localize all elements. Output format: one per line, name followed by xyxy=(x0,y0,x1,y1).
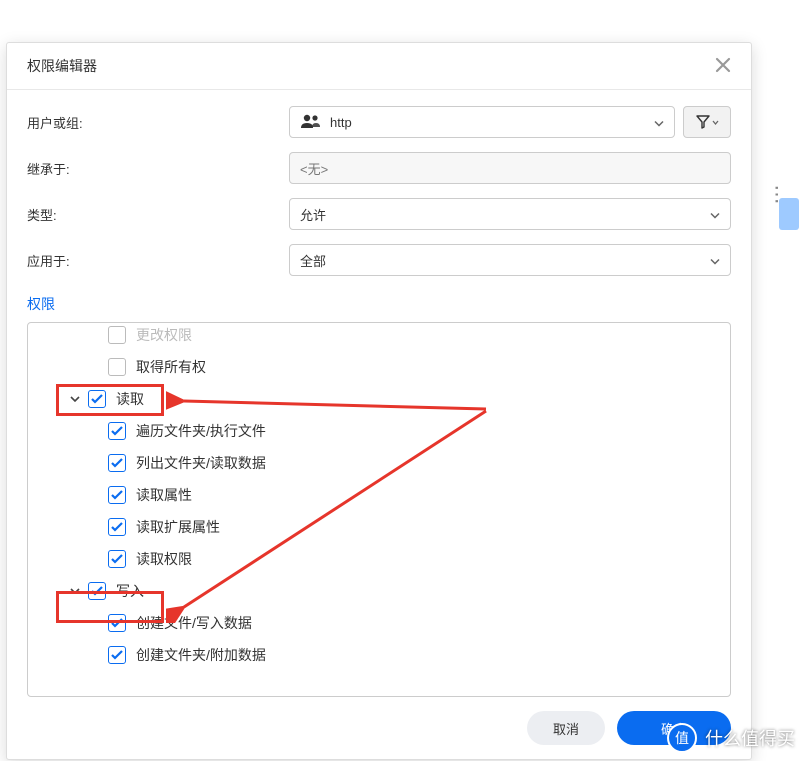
checkbox[interactable] xyxy=(108,422,126,440)
caret-down-icon xyxy=(654,115,664,130)
watermark: 值 什么值得买 xyxy=(667,723,795,753)
caret-down-icon xyxy=(710,207,720,222)
apply-select[interactable]: 全部 xyxy=(289,244,731,276)
modal-title: 权限编辑器 xyxy=(27,56,97,76)
perm-label: 读取权限 xyxy=(136,549,192,569)
label-inherit: 继承于: xyxy=(27,159,289,178)
perm-create-files[interactable]: 创建文件/写入数据 xyxy=(28,607,730,639)
perm-list-read-data[interactable]: 列出文件夹/读取数据 xyxy=(28,447,730,479)
perm-create-folders[interactable]: 创建文件夹/附加数据 xyxy=(28,639,730,671)
permissions-box: 更改权限 取得所有权 读取 遍历文件夹/执行文件 列出文件夹 xyxy=(27,322,731,697)
perm-label: 遍历文件夹/执行文件 xyxy=(136,421,266,441)
perm-traverse-execute[interactable]: 遍历文件夹/执行文件 xyxy=(28,415,730,447)
users-icon xyxy=(300,113,322,132)
perm-read-permissions[interactable]: 读取权限 xyxy=(28,543,730,575)
checkbox[interactable] xyxy=(108,326,126,344)
perm-label: 更改权限 xyxy=(136,325,192,345)
checkbox[interactable] xyxy=(108,614,126,632)
background-selection xyxy=(779,198,799,230)
close-button[interactable] xyxy=(715,55,731,77)
close-icon xyxy=(715,57,731,73)
modal-body: 用户或组: http 继承于: xyxy=(7,90,751,711)
checkbox[interactable] xyxy=(108,646,126,664)
row-inherit: 继承于: <无> xyxy=(27,152,731,184)
checkbox[interactable] xyxy=(88,390,106,408)
inherit-field: <无> xyxy=(289,152,731,184)
type-value: 允许 xyxy=(300,205,326,224)
perm-label: 列出文件夹/读取数据 xyxy=(136,453,266,473)
user-group-select[interactable]: http xyxy=(289,106,675,138)
caret-down-icon xyxy=(712,120,719,125)
perm-read-group[interactable]: 读取 xyxy=(28,383,730,415)
perm-change-permissions[interactable]: 更改权限 xyxy=(28,323,730,351)
perm-label: 读取 xyxy=(116,389,144,409)
label-apply: 应用于: xyxy=(27,251,289,270)
inherit-value: <无> xyxy=(300,159,328,178)
user-group-value: http xyxy=(330,115,352,130)
watermark-text: 什么值得买 xyxy=(705,725,795,751)
perm-read-attributes[interactable]: 读取属性 xyxy=(28,479,730,511)
perm-label: 写入 xyxy=(116,581,144,601)
filter-button[interactable] xyxy=(683,106,731,138)
checkbox[interactable] xyxy=(108,486,126,504)
checkbox[interactable] xyxy=(88,582,106,600)
modal-header: 权限编辑器 xyxy=(7,43,751,90)
cancel-button[interactable]: 取消 xyxy=(527,711,605,745)
label-user-group: 用户或组: xyxy=(27,113,289,132)
row-type: 类型: 允许 xyxy=(27,198,731,230)
perm-write-group[interactable]: 写入 xyxy=(28,575,730,607)
checkbox[interactable] xyxy=(108,358,126,376)
apply-value: 全部 xyxy=(300,251,326,270)
perm-label: 创建文件夹/附加数据 xyxy=(136,645,266,665)
permissions-scroll[interactable]: 更改权限 取得所有权 读取 遍历文件夹/执行文件 列出文件夹 xyxy=(28,323,730,696)
perm-label: 创建文件/写入数据 xyxy=(136,613,252,633)
checkbox[interactable] xyxy=(108,454,126,472)
perm-label: 读取属性 xyxy=(136,485,192,505)
perm-label: 取得所有权 xyxy=(136,357,206,377)
label-type: 类型: xyxy=(27,205,289,224)
checkbox[interactable] xyxy=(108,518,126,536)
chevron-down-icon[interactable] xyxy=(68,392,82,406)
perm-read-ext-attributes[interactable]: 读取扩展属性 xyxy=(28,511,730,543)
watermark-badge: 值 xyxy=(667,723,697,753)
perm-label: 读取扩展属性 xyxy=(136,517,220,537)
row-apply: 应用于: 全部 xyxy=(27,244,731,276)
permission-editor-modal: 权限编辑器 用户或组: http xyxy=(6,42,752,760)
permissions-section-label: 权限 xyxy=(27,294,731,314)
chevron-down-icon[interactable] xyxy=(68,584,82,598)
type-select[interactable]: 允许 xyxy=(289,198,731,230)
caret-down-icon xyxy=(710,253,720,268)
perm-take-ownership[interactable]: 取得所有权 xyxy=(28,351,730,383)
modal-footer: 取消 确定 xyxy=(7,711,751,759)
row-user-group: 用户或组: http xyxy=(27,106,731,138)
funnel-icon xyxy=(696,115,710,129)
checkbox[interactable] xyxy=(108,550,126,568)
